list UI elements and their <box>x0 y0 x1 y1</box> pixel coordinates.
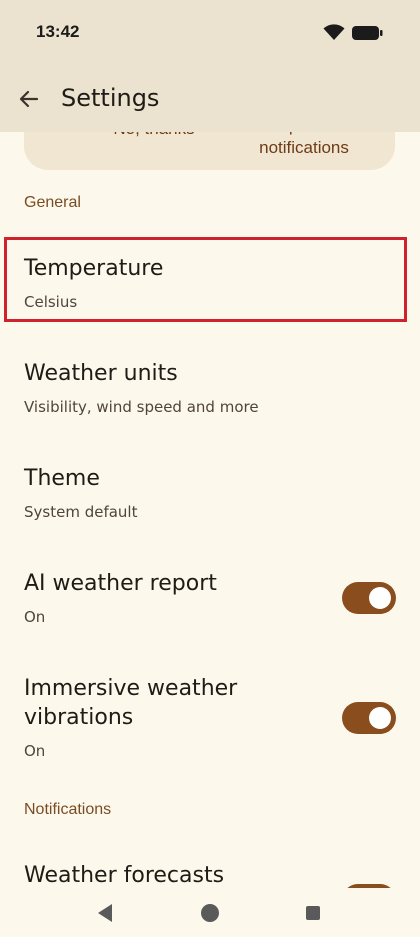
setting-subtitle: System default <box>24 503 138 521</box>
setting-title: Weather units <box>24 361 178 386</box>
setting-title: Weather forecasts <box>24 863 225 888</box>
wifi-icon <box>323 24 345 40</box>
vibrations-toggle[interactable] <box>342 702 396 734</box>
setting-title: Theme <box>24 466 100 491</box>
setting-weather-forecasts[interactable]: Weather forecasts <box>0 846 420 888</box>
toggle-knob <box>369 587 391 609</box>
battery-icon <box>352 26 383 40</box>
section-header-notifications: Notifications <box>24 801 112 818</box>
setting-title: Immersive weather vibrations <box>24 676 238 730</box>
status-bar: 13:42 <box>0 0 420 66</box>
setting-subtitle: On <box>24 608 46 626</box>
setting-subtitle: On <box>24 742 46 760</box>
status-time: 13:42 <box>36 22 80 41</box>
back-arrow-icon[interactable] <box>16 86 42 112</box>
toggle-knob <box>369 707 391 729</box>
page-title: Settings <box>61 84 160 112</box>
ai-report-toggle[interactable] <box>342 582 396 614</box>
setting-title: AI weather report <box>24 571 217 596</box>
app-bar: Settings <box>0 66 420 132</box>
setting-subtitle: Visibility, wind speed and more <box>24 398 259 416</box>
setting-ai-weather-report[interactable]: AI weather report On <box>0 552 420 642</box>
setting-immersive-vibrations[interactable]: Immersive weather vibrations On <box>0 662 420 777</box>
nav-recents-icon[interactable] <box>306 906 320 920</box>
setting-theme[interactable]: Theme System default <box>0 447 420 532</box>
nav-back-icon[interactable] <box>96 903 114 923</box>
update-label-line2: notifications <box>259 138 349 157</box>
section-header-general: General <box>24 194 81 211</box>
setting-weather-units[interactable]: Weather units Visibility, wind speed and… <box>0 342 420 427</box>
highlight-box <box>4 237 407 322</box>
nav-home-icon[interactable] <box>201 904 219 922</box>
